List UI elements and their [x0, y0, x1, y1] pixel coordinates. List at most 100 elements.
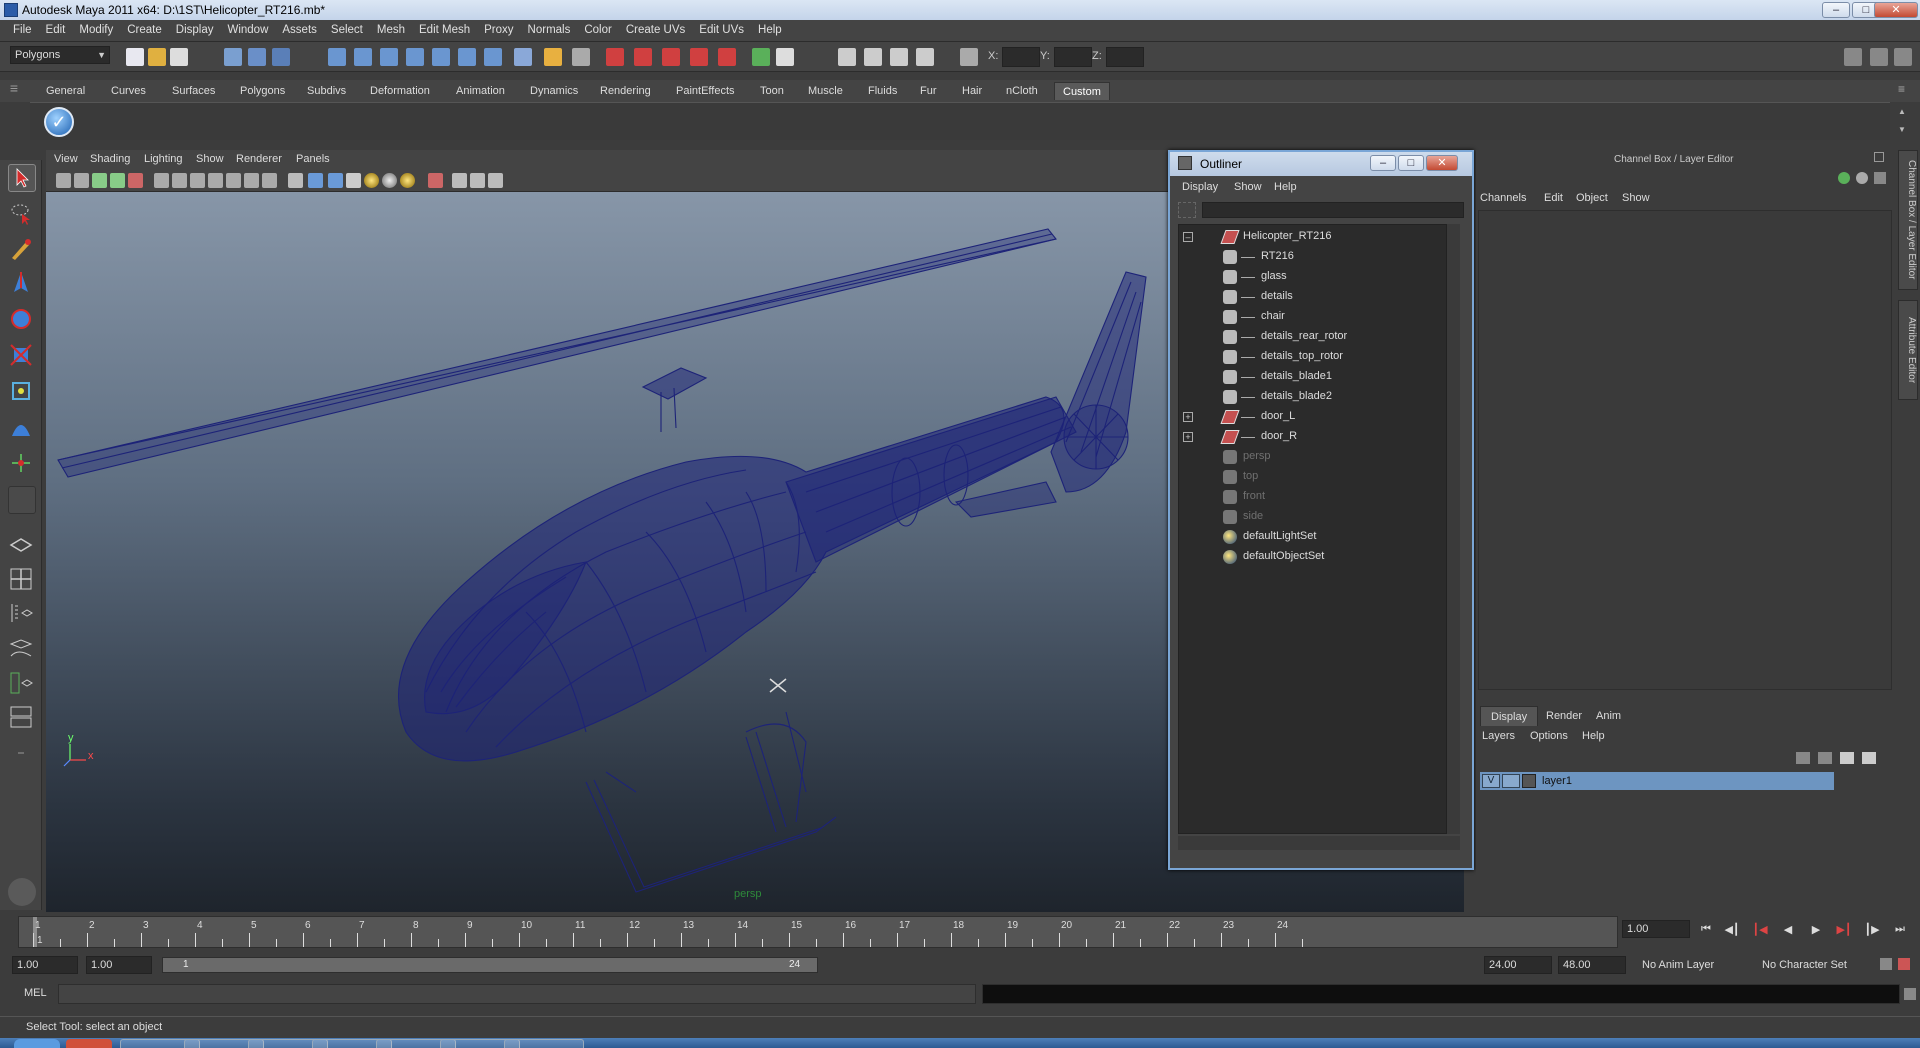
numeric-input-icon[interactable]	[960, 48, 978, 66]
image-plane-icon[interactable]	[110, 173, 125, 188]
shelf-tab-subdivs[interactable]: Subdivs	[299, 82, 354, 100]
shelf-tab-toon[interactable]: Toon	[752, 82, 792, 100]
menu-color[interactable]: Color	[577, 24, 618, 36]
outliner-item[interactable]: glass	[1179, 267, 1449, 287]
outliner-close-button[interactable]: ✕	[1426, 155, 1458, 171]
go-to-start-icon[interactable]: ⏮	[1698, 923, 1714, 939]
layer-tab-anim[interactable]: Anim	[1586, 706, 1631, 726]
menu-normals[interactable]: Normals	[521, 24, 578, 36]
layer-visibility-toggle[interactable]: V	[1482, 774, 1500, 788]
gate-mask-icon[interactable]	[208, 173, 223, 188]
absolute-transform-icon[interactable]	[838, 48, 856, 66]
minimize-button[interactable]: –	[1822, 2, 1850, 18]
shelf-tab-fluids[interactable]: Fluids	[860, 82, 905, 100]
selection-lock-icon[interactable]	[572, 48, 590, 66]
hide-ui-icon[interactable]	[8, 878, 36, 906]
single-view-icon[interactable]	[470, 173, 485, 188]
outliner-item[interactable]: persp	[1179, 447, 1449, 467]
render-current-frame-icon[interactable]	[606, 48, 624, 66]
outliner-item[interactable]: front	[1179, 487, 1449, 507]
construction-history-icon[interactable]	[484, 48, 502, 66]
time-slider-track[interactable]: 1 2 3 4 5 6 7 8 9 10 11 12 13 14 15 16 17 18 19 20 21 22 23 24 …	[18, 916, 1618, 948]
snap-grid-icon[interactable]	[328, 48, 346, 66]
menu-create[interactable]: Create	[120, 24, 169, 36]
save-scene-icon[interactable]	[170, 48, 188, 66]
layer-menu-help[interactable]: Help	[1582, 730, 1605, 742]
channel-list-area[interactable]	[1478, 210, 1892, 690]
ipr-render-icon[interactable]	[634, 48, 652, 66]
viewport-menu-shading[interactable]: Shading	[90, 153, 130, 165]
current-frame-field[interactable]: 1.00	[1622, 920, 1690, 938]
camera-attributes-icon[interactable]	[74, 173, 89, 188]
animation-end-field[interactable]: 48.00	[1558, 956, 1626, 974]
menu-file[interactable]: File	[6, 24, 39, 36]
outliner-item[interactable]: – Helicopter_RT216	[1179, 227, 1449, 247]
camera-icon[interactable]	[56, 173, 71, 188]
layer-tab-render[interactable]: Render	[1536, 706, 1592, 726]
scale-tool-icon[interactable]	[8, 342, 36, 370]
select-by-hierarchy-icon[interactable]	[224, 48, 242, 66]
show-tool-settings-icon[interactable]	[1870, 48, 1888, 66]
quick-selection-icon[interactable]	[916, 48, 934, 66]
menu-help[interactable]: Help	[751, 24, 789, 36]
paint-select-tool-icon[interactable]	[8, 236, 36, 264]
lock-icon[interactable]	[544, 48, 562, 66]
x-field[interactable]	[1002, 47, 1040, 67]
menu-modify[interactable]: Modify	[72, 24, 120, 36]
viewport-menu-panels[interactable]: Panels	[296, 153, 330, 165]
key-icon[interactable]	[1838, 172, 1850, 184]
channel-box-menu-show[interactable]: Show	[1622, 192, 1650, 204]
side-tab-channel-box[interactable]: Channel Box / Layer Editor	[1898, 150, 1918, 290]
persp-graph-layout-icon[interactable]	[8, 636, 36, 664]
range-slider-bar[interactable]: 1 24	[162, 957, 818, 973]
shelf-tab-muscle[interactable]: Muscle	[800, 82, 851, 100]
menu-edit-uvs[interactable]: Edit UVs	[692, 24, 751, 36]
menu-mesh[interactable]: Mesh	[370, 24, 412, 36]
viewport-menu-show[interactable]: Show	[196, 153, 224, 165]
wireframe-on-shaded-icon[interactable]	[328, 173, 343, 188]
layer-color-swatch[interactable]	[1522, 774, 1536, 788]
start-button[interactable]	[14, 1039, 60, 1048]
shelf-tab-general[interactable]: General	[38, 82, 93, 100]
time-slider[interactable]: 1 2 3 4 5 6 7 8 9 10 11 12 13 14 15 16 17 18 19 20 21 22 23 24 …	[0, 912, 1920, 952]
shelf-menu-icon[interactable]: ≡	[8, 80, 20, 140]
menu-set-dropdown[interactable]: Polygons ▼	[10, 46, 110, 64]
outliner-item[interactable]: chair	[1179, 307, 1449, 327]
layer-menu-options[interactable]: Options	[1530, 730, 1568, 742]
channel-box-menu-edit[interactable]: Edit	[1544, 192, 1563, 204]
menu-display[interactable]: Display	[169, 24, 221, 36]
shelf-tab-fur[interactable]: Fur	[912, 82, 945, 100]
snap-curve-icon[interactable]	[354, 48, 372, 66]
toolbox-more-icon[interactable]	[8, 740, 36, 768]
close-button[interactable]: ✕	[1874, 2, 1918, 18]
shelf-tab-animation[interactable]: Animation	[448, 82, 513, 100]
play-backwards-icon[interactable]: ◀	[1780, 923, 1796, 939]
animation-preferences-icon[interactable]	[1898, 958, 1910, 970]
xray-icon[interactable]	[428, 173, 443, 188]
character-set-dropdown[interactable]: No Character Set	[1756, 956, 1876, 974]
show-manipulator-icon[interactable]	[8, 450, 36, 478]
history-icon[interactable]	[458, 48, 476, 66]
shelf-tab-dynamics[interactable]: Dynamics	[522, 82, 586, 100]
y-field[interactable]	[1054, 47, 1092, 67]
outliner-item[interactable]: details_top_rotor	[1179, 347, 1449, 367]
select-by-component-icon[interactable]	[272, 48, 290, 66]
outliner-item[interactable]: side	[1179, 507, 1449, 527]
field-chart-icon[interactable]	[226, 173, 241, 188]
soft-modification-icon[interactable]	[8, 414, 36, 442]
all-lights-icon[interactable]	[382, 173, 397, 188]
command-input[interactable]	[58, 984, 976, 1004]
checkmark-icon[interactable]: ✓	[44, 107, 74, 137]
outliner-filter-field[interactable]	[1202, 202, 1464, 218]
menu-edit-mesh[interactable]: Edit Mesh	[412, 24, 477, 36]
show-attribute-editor-icon[interactable]	[1844, 48, 1862, 66]
render-settings-icon[interactable]	[662, 48, 680, 66]
shelf-tab-deformation[interactable]: Deformation	[362, 82, 438, 100]
play-forwards-icon[interactable]: ▶	[1808, 923, 1824, 939]
safe-title-icon[interactable]	[262, 173, 277, 188]
taskbar-item[interactable]	[504, 1039, 584, 1048]
bookmarks-icon[interactable]	[92, 173, 107, 188]
persp-outliner-layout-icon[interactable]	[8, 600, 36, 628]
channel-box-menu-channels[interactable]: Channels	[1480, 192, 1526, 204]
toggle-panel-icon[interactable]	[776, 48, 794, 66]
